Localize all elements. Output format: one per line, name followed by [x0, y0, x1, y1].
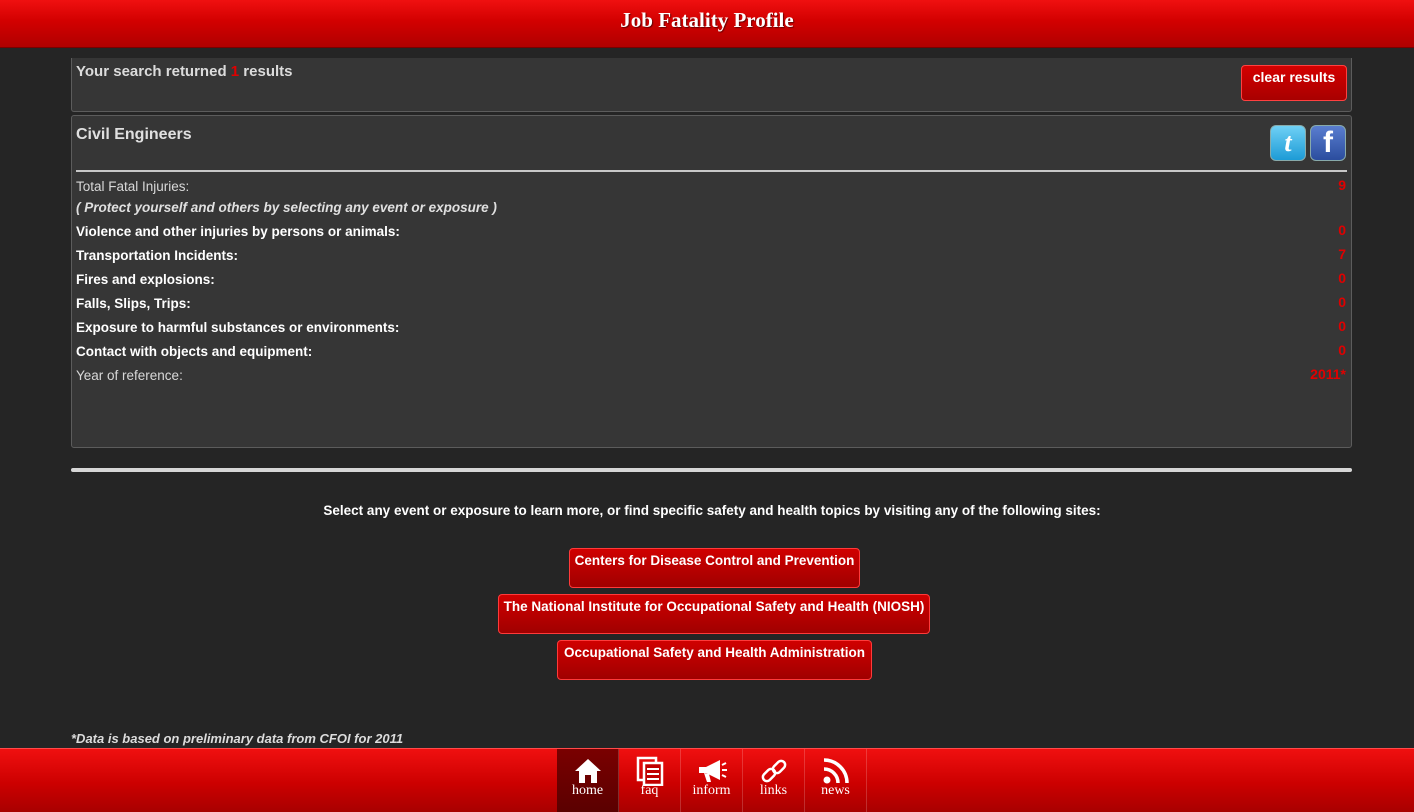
facebook-icon[interactable]: f — [1310, 125, 1346, 161]
event-label: Fires and explosions: — [76, 272, 215, 287]
cdc-link-button[interactable]: Centers for Disease Control and Preventi… — [569, 548, 860, 588]
clear-results-button[interactable]: clear results — [1241, 65, 1347, 101]
year-label: Year of reference: — [76, 368, 183, 383]
total-injuries-label: Total Fatal Injuries: — [76, 179, 190, 194]
section-divider — [71, 468, 1352, 472]
page-title: Job Fatality Profile — [620, 8, 794, 32]
year-row: Year of reference: 2011* — [76, 366, 1346, 386]
nav-label: home — [571, 783, 604, 798]
event-row-falls[interactable]: Falls, Slips, Trips: 0 — [76, 294, 1346, 314]
nav-news[interactable]: news — [805, 749, 867, 812]
event-row-exposure[interactable]: Exposure to harmful substances or enviro… — [76, 318, 1346, 338]
nav-home[interactable]: home — [557, 749, 619, 812]
twitter-icon[interactable]: t — [1270, 125, 1306, 161]
nav-label: links — [759, 783, 788, 798]
info-message: Select any event or exposure to learn mo… — [323, 503, 1101, 518]
total-injuries-value: 9 — [1338, 177, 1346, 193]
year-value: 2011* — [1310, 366, 1346, 382]
event-value: 0 — [1338, 294, 1346, 310]
event-label: Transportation Incidents: — [76, 248, 239, 263]
nav-links[interactable]: links — [743, 749, 805, 812]
search-summary-panel: Your search returned 1 results clear res… — [71, 58, 1352, 112]
event-value: 0 — [1338, 342, 1346, 358]
occupation-title: Civil Engineers — [76, 126, 192, 143]
bottom-navbar: home faq inform links news — [0, 748, 1414, 812]
event-label: Contact with objects and equipment: — [76, 344, 313, 359]
event-row-fires[interactable]: Fires and explosions: 0 — [76, 270, 1346, 290]
event-value: 0 — [1338, 318, 1346, 334]
nav-faq[interactable]: faq — [619, 749, 681, 812]
nav-label: inform — [692, 783, 731, 798]
event-label: Falls, Slips, Trips: — [76, 296, 191, 311]
nav-label: news — [821, 783, 850, 798]
result-panel: Civil Engineers t f Total Fatal Injuries… — [71, 115, 1352, 448]
event-row-contact[interactable]: Contact with objects and equipment: 0 — [76, 342, 1346, 362]
search-summary: Your search returned 1 results — [76, 63, 293, 80]
nav-label: faq — [640, 783, 659, 798]
data-footnote: *Data is based on preliminary data from … — [71, 731, 404, 746]
app-header: Job Fatality Profile — [0, 0, 1414, 48]
total-injuries-row: Total Fatal Injuries: 9 — [76, 177, 1346, 197]
event-value: 0 — [1338, 222, 1346, 238]
event-value: 7 — [1338, 246, 1346, 262]
event-label: Violence and other injuries by persons o… — [76, 224, 400, 239]
result-count: 1 — [230, 63, 240, 80]
event-row-transportation[interactable]: Transportation Incidents: 7 — [76, 246, 1346, 266]
osha-link-button[interactable]: Occupational Safety and Health Administr… — [557, 640, 872, 680]
event-value: 0 — [1338, 270, 1346, 286]
panel-divider — [76, 170, 1347, 172]
nav-inform[interactable]: inform — [681, 749, 743, 812]
search-suffix: results — [243, 63, 293, 80]
event-row-violence[interactable]: Violence and other injuries by persons o… — [76, 222, 1346, 242]
niosh-link-button[interactable]: The National Institute for Occupational … — [498, 594, 930, 634]
selection-note: ( Protect yourself and others by selecti… — [76, 198, 1346, 218]
selection-note-text: ( Protect yourself and others by selecti… — [76, 200, 497, 215]
search-prefix: Your search returned — [76, 63, 227, 80]
event-label: Exposure to harmful substances or enviro… — [76, 320, 400, 335]
social-share: t f — [1270, 125, 1346, 161]
